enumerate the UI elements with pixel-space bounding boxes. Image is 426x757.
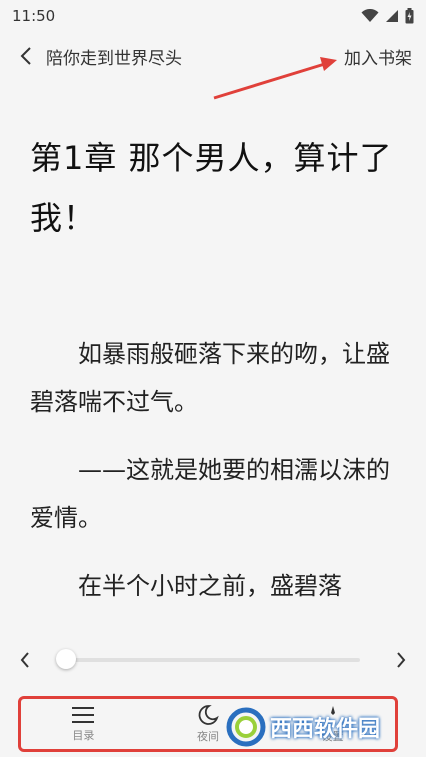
night-label: 夜间 bbox=[196, 730, 219, 743]
signal-icon bbox=[386, 10, 398, 22]
paragraph: 在半个小时之前，盛碧落 bbox=[78, 572, 342, 600]
add-to-shelf-button[interactable]: 加入书架 bbox=[344, 44, 412, 69]
chapter-progress-row bbox=[0, 640, 426, 680]
annotation-arrow bbox=[213, 57, 337, 100]
previous-chapter-button[interactable] bbox=[14, 645, 36, 675]
status-time: 11:50 bbox=[12, 7, 56, 25]
book-title: 陪你走到世界尽头 bbox=[46, 48, 182, 69]
toc-label: 目录 bbox=[72, 729, 95, 742]
status-icons bbox=[361, 8, 414, 24]
watermark-emblem-icon bbox=[226, 707, 266, 747]
chapter-title: 第1章 那个男人，算计了我！ bbox=[30, 139, 393, 237]
chevron-left-icon bbox=[20, 652, 29, 668]
paragraph: 如暴雨般砸落下来的吻，让盛碧落喘不过气。 bbox=[30, 340, 390, 416]
back-button[interactable] bbox=[14, 44, 38, 68]
watermark-logo: 西西软件园 bbox=[226, 705, 402, 749]
toc-button[interactable]: 目录 bbox=[43, 705, 123, 743]
back-icon bbox=[20, 47, 31, 65]
chapter-content: 如暴雨般砸落下来的吻，让盛碧落喘不过气。 ——这就是她要的相濡以沫的爱情。 在半… bbox=[30, 330, 400, 630]
menu-icon bbox=[72, 707, 95, 723]
next-chapter-button[interactable] bbox=[390, 645, 412, 675]
moon-icon bbox=[198, 705, 219, 725]
paragraph: ——这就是她要的相濡以沫的爱情。 bbox=[30, 456, 390, 532]
battery-icon bbox=[405, 8, 414, 24]
wifi-icon bbox=[361, 9, 379, 22]
progress-thumb[interactable] bbox=[56, 649, 76, 669]
status-bar: 11:50 bbox=[0, 0, 426, 32]
chevron-right-icon bbox=[397, 652, 406, 668]
progress-slider[interactable] bbox=[56, 649, 360, 669]
watermark-text: 西西软件园 bbox=[270, 717, 381, 742]
